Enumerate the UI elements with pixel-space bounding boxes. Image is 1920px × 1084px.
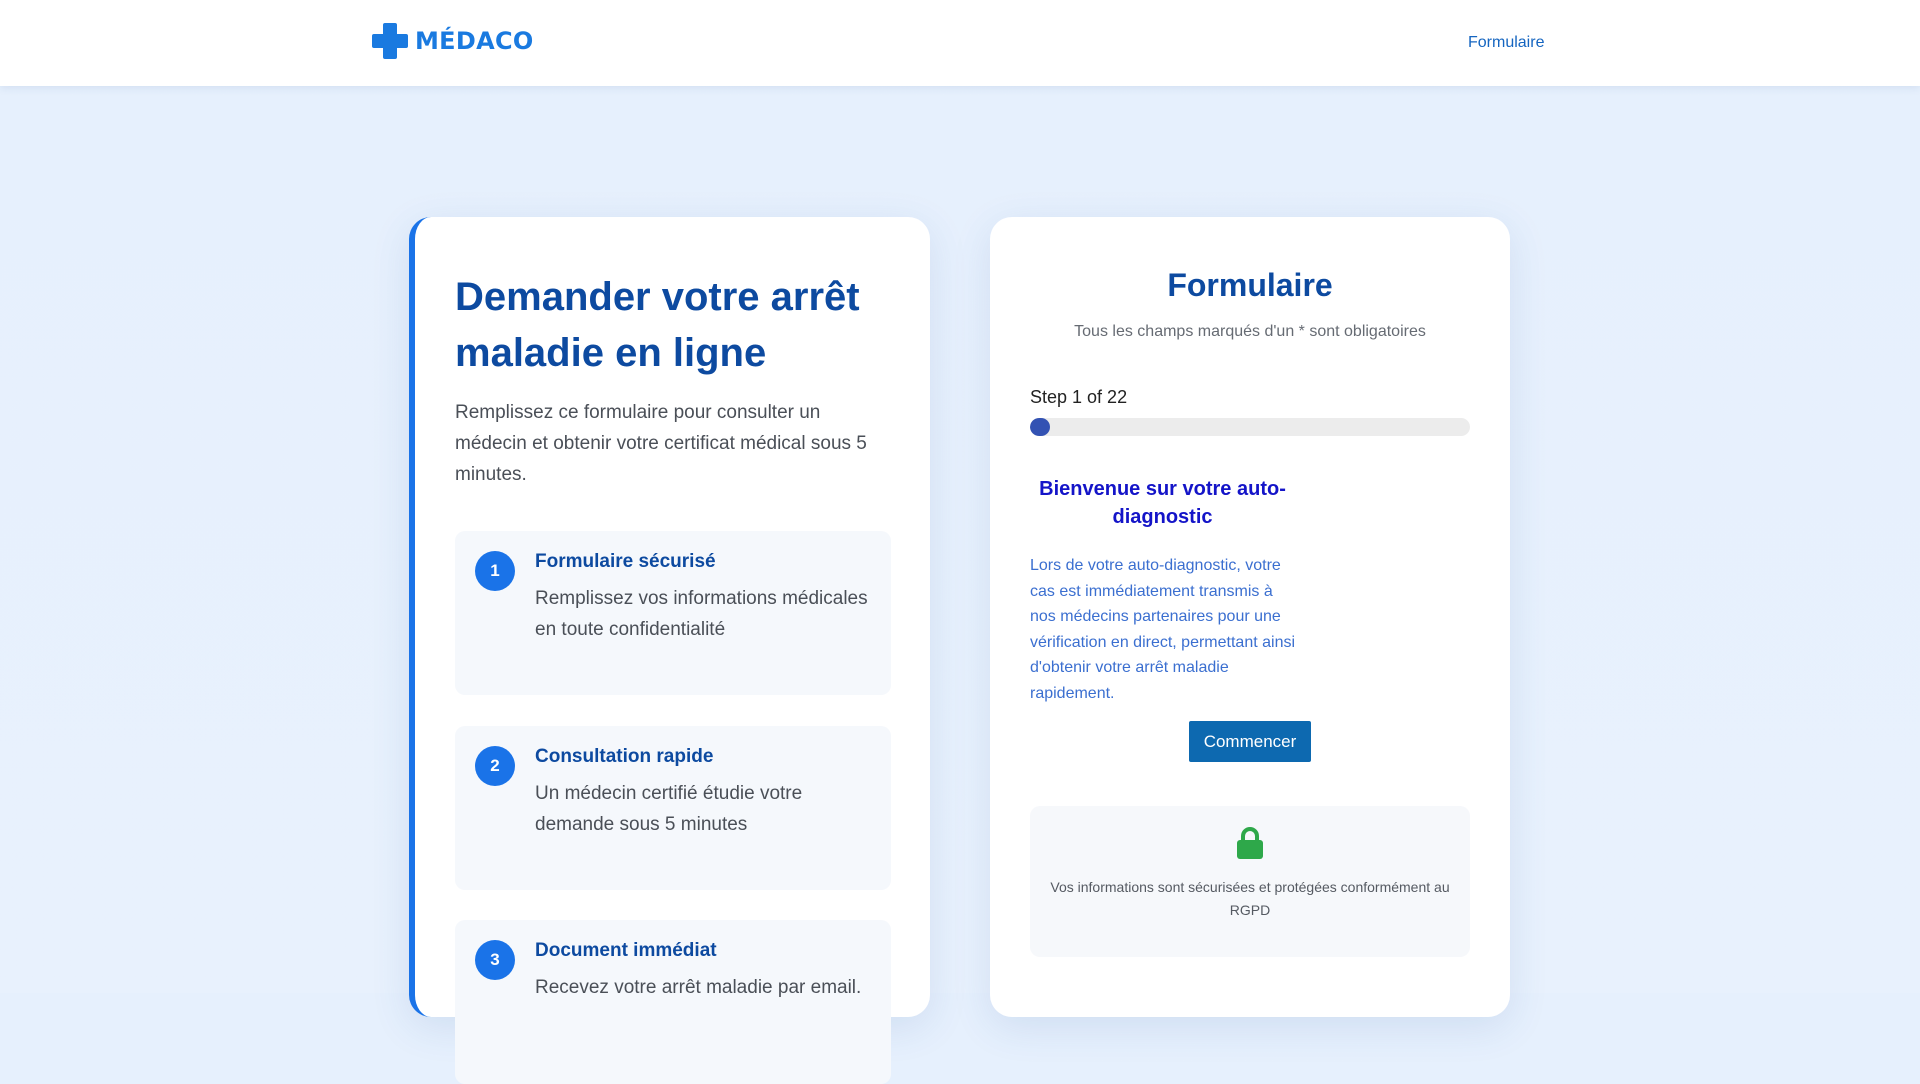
feature-number: 2 xyxy=(475,746,515,786)
logo[interactable]: MÉDACO xyxy=(371,21,534,61)
security-text: Vos informations sont sécurisées et prot… xyxy=(1050,879,1450,918)
feature-item: 1 Formulaire sécurisé Remplissez vos inf… xyxy=(455,531,891,695)
feature-title: Formulaire sécurisé xyxy=(535,551,716,572)
feature-item: 3 Document immédiat Recevez votre arrêt … xyxy=(455,920,891,1084)
feature-title: Consultation rapide xyxy=(535,746,714,767)
form-card: Formulaire Tous les champs marqués d'un … xyxy=(990,217,1510,1017)
feature-number: 1 xyxy=(475,551,515,591)
security-notice: Vos informations sont sécurisées et prot… xyxy=(1030,806,1470,957)
info-card: Demander votre arrêt maladie en ligne Re… xyxy=(409,217,930,1084)
feature-description: Recevez votre arrêt maladie par email. xyxy=(535,977,862,998)
feature-number: 3 xyxy=(475,940,515,980)
hero-title: Demander votre arrêt maladie en ligne xyxy=(455,275,860,375)
progress-bar xyxy=(1030,418,1470,436)
feature-title: Document immédiat xyxy=(535,940,717,961)
lock-icon xyxy=(1237,827,1263,859)
nav-link-formulaire[interactable]: Formulaire xyxy=(1468,34,1544,52)
feature-description: Un médecin certifié étudie votre demande… xyxy=(535,783,803,835)
progress-bar-fill xyxy=(1030,418,1050,436)
medical-cross-icon xyxy=(372,23,408,59)
site-header: MÉDACO Formulaire xyxy=(0,0,1920,86)
feature-item: 2 Consultation rapide Un médecin certifi… xyxy=(455,726,891,890)
form-subtitle: Tous les champs marqués d'un * sont obli… xyxy=(1074,323,1426,340)
logo-text: MÉDACO xyxy=(415,27,534,55)
welcome-title: Bienvenue sur votre auto-diagnostic xyxy=(1039,478,1286,528)
step-indicator: Step 1 of 22 xyxy=(1030,387,1128,407)
form-title: Formulaire xyxy=(1167,267,1333,303)
welcome-text: Lors de votre auto-diagnostic, votre cas… xyxy=(1030,557,1296,702)
feature-description: Remplissez vos informations médicales en… xyxy=(535,588,868,640)
start-button[interactable]: Commencer xyxy=(1189,721,1311,762)
hero-description: Remplissez ce formulaire pour consulter … xyxy=(455,402,867,485)
